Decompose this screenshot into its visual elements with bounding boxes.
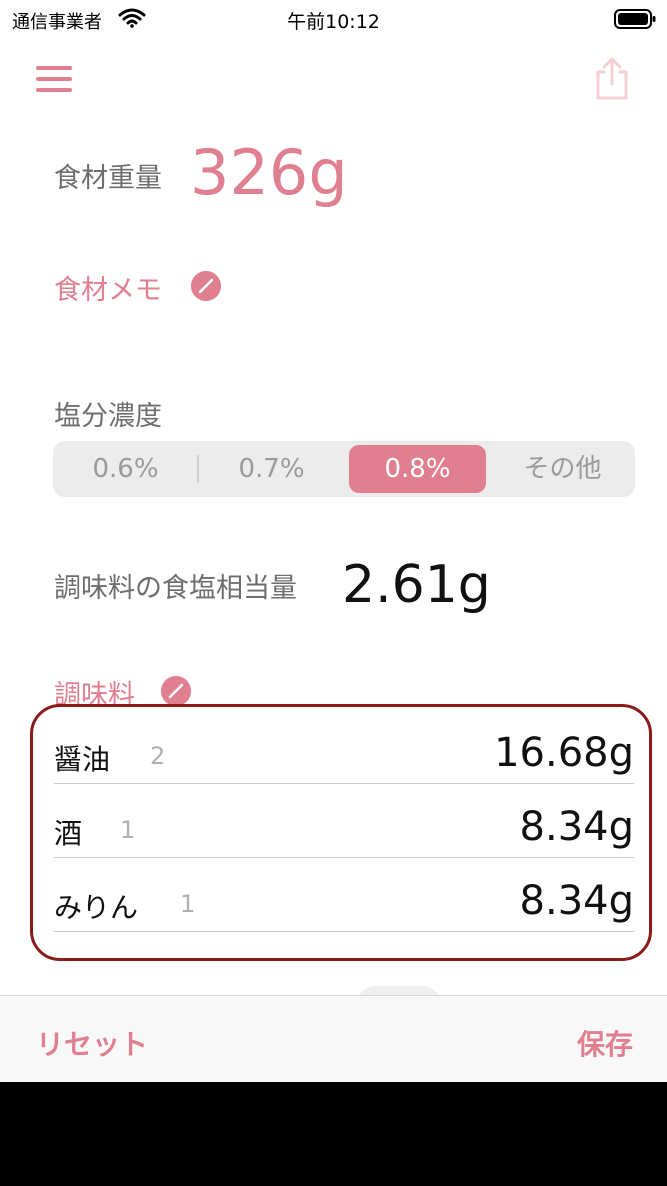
salt-option-0-6[interactable]: 0.6% [57, 445, 194, 493]
salt-option-0-8[interactable]: 0.8% [349, 445, 486, 493]
hamburger-menu-icon[interactable] [36, 64, 74, 94]
seasoning-count: 1 [180, 890, 196, 918]
save-button[interactable]: 保存 [577, 1023, 633, 1063]
edit-seasonings-icon[interactable] [161, 676, 191, 706]
seasoning-name: 酒 [54, 817, 83, 850]
seasoning-name: みりん [54, 891, 139, 924]
app-screen: 通信事業者 午前10:12 食材重量 326g 食材メモ 塩分濃度 0.6% 0… [0, 0, 667, 1082]
share-icon[interactable] [592, 56, 632, 102]
battery-icon [614, 9, 656, 29]
edit-memo-icon[interactable] [191, 271, 221, 301]
seasoning-amount: 8.34g [519, 878, 634, 924]
status-time: 午前10:12 [287, 11, 380, 33]
seasoning-name: 醤油 [54, 743, 111, 776]
salt-concentration-label: 塩分濃度 [54, 401, 162, 432]
status-bar: 通信事業者 午前10:12 [0, 0, 667, 38]
seasoning-amount: 16.68g [494, 730, 634, 776]
salt-concentration-segmented-control: 0.6% 0.7% 0.8% その他 [53, 441, 635, 497]
salt-option-0-7[interactable]: 0.7% [203, 445, 340, 493]
salt-equivalent-value: 2.61g [342, 555, 491, 615]
seasoning-count: 2 [150, 742, 166, 770]
seasoning-amount: 8.34g [519, 804, 634, 850]
seasoning-row-soy-sauce[interactable]: 醤油 2 16.68g [54, 710, 634, 784]
bottom-toolbar: リセット 保存 [0, 995, 667, 1082]
ingredient-memo-label[interactable]: 食材メモ [54, 268, 162, 307]
salt-equivalent-label: 調味料の食塩相当量 [54, 573, 297, 604]
ingredient-weight-label: 食材重量 [54, 163, 162, 194]
seasoning-row-mirin[interactable]: みりん 1 8.34g [54, 858, 634, 932]
ingredient-weight-value[interactable]: 326g [190, 136, 348, 209]
salt-option-other[interactable]: その他 [494, 445, 631, 493]
reset-button[interactable]: リセット [36, 1023, 148, 1063]
seasoning-row-sake[interactable]: 酒 1 8.34g [54, 784, 634, 858]
segment-divider [197, 455, 199, 483]
seasoning-count: 1 [120, 816, 136, 844]
